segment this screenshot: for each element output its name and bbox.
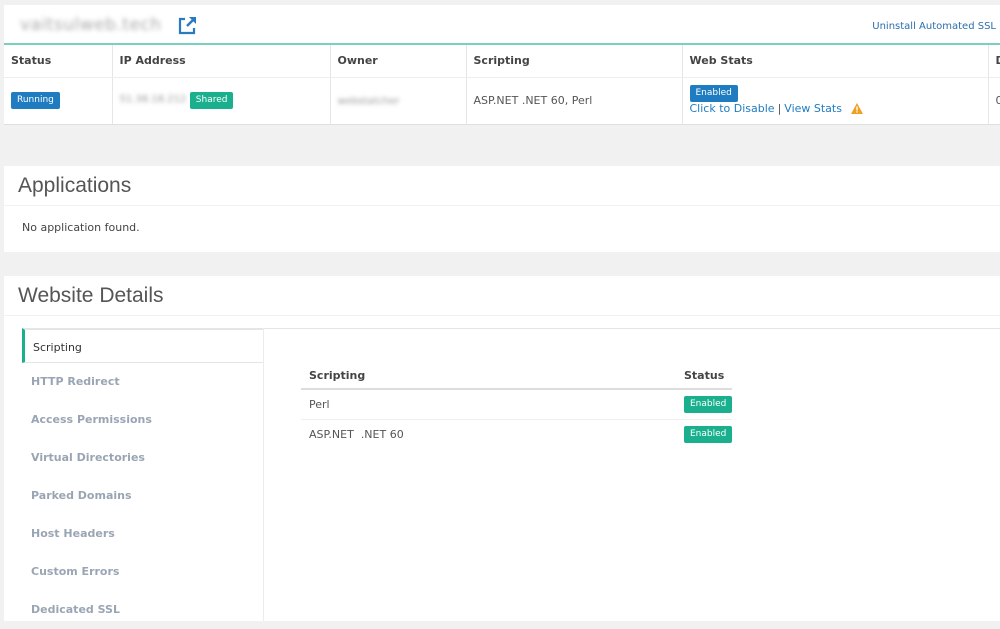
enabled-badge[interactable]: Enabled: [684, 425, 733, 443]
col-web-stats: Web Stats: [682, 45, 989, 78]
disable-web-stats-link[interactable]: Click to Disable: [690, 102, 775, 115]
site-header: vaitsulweb.tech Uninstall Automated SSL: [4, 5, 1000, 45]
tab-host-headers[interactable]: Host Headers: [22, 515, 263, 553]
script-status-cell: Enabled: [676, 389, 733, 420]
shared-badge: Shared: [189, 92, 234, 109]
script-status-cell: Enabled: [676, 419, 733, 449]
uninstall-ssl-link[interactable]: Uninstall Automated SSL: [872, 21, 996, 32]
scripting-table: Scripting Status Perl Enabled ASP.NET .N…: [301, 362, 733, 449]
website-details-title: Website Details: [4, 276, 1000, 316]
col-scripting-name: Scripting: [301, 362, 676, 390]
web-stats-badge: Enabled: [689, 84, 738, 102]
tab-dedicated-ssl[interactable]: Dedicated SSL: [22, 591, 263, 629]
status-badge: Running: [11, 92, 60, 109]
col-truncated: D: [988, 45, 1000, 78]
table-row: Perl Enabled: [301, 389, 733, 420]
external-link-icon[interactable]: [176, 15, 198, 37]
website-summary-panel: vaitsulweb.tech Uninstall Automated SSL …: [4, 5, 1000, 125]
tab-access-permissions[interactable]: Access Permissions: [22, 401, 263, 439]
col-owner: Owner: [330, 45, 467, 78]
tab-parked-domains[interactable]: Parked Domains: [22, 477, 263, 515]
col-scripting: Scripting: [466, 45, 683, 78]
table-row: Running 51.38.18.212 Shared webstatcher …: [4, 77, 1000, 125]
tab-content-divider: [264, 328, 1000, 329]
tab-scripting[interactable]: Scripting: [22, 328, 263, 363]
scripting-header-row: Scripting Status: [301, 362, 733, 390]
col-status: Status: [4, 45, 113, 78]
link-separator: |: [777, 101, 782, 115]
table-header-row: Status IP Address Owner Scripting Web St…: [4, 45, 1000, 78]
script-name: Perl: [301, 389, 676, 420]
truncated-cell: 0: [988, 77, 1000, 125]
status-cell: Running: [4, 77, 113, 125]
scripting-cell: ASP.NET .NET 60, Perl: [466, 77, 683, 125]
view-stats-link[interactable]: View Stats: [784, 102, 842, 115]
warning-icon[interactable]: [851, 102, 864, 117]
details-tabs: Scripting HTTP Redirect Access Permissio…: [22, 328, 264, 621]
ip-cell: 51.38.18.212 Shared: [112, 77, 331, 125]
website-info-table: Status IP Address Owner Scripting Web St…: [4, 45, 1000, 125]
no-applications-message: No application found.: [22, 221, 140, 234]
ip-address: 51.38.18.212: [119, 93, 187, 105]
col-scripting-status: Status: [676, 362, 733, 390]
tab-virtual-directories[interactable]: Virtual Directories: [22, 439, 263, 477]
site-name: vaitsulweb.tech: [20, 15, 162, 35]
tab-custom-errors[interactable]: Custom Errors: [22, 553, 263, 591]
enabled-badge[interactable]: Enabled: [684, 395, 733, 413]
script-name: ASP.NET .NET 60: [309, 427, 404, 441]
table-row: ASP.NET .NET 60 Enabled: [301, 419, 733, 449]
owner-cell: webstatcher: [330, 77, 467, 125]
owner-name: webstatcher: [337, 95, 400, 107]
web-stats-cell: Enabled Click to Disable | View Stats: [682, 77, 989, 125]
website-details-panel: Website Details Scripting HTTP Redirect …: [4, 276, 1000, 621]
tab-http-redirect[interactable]: HTTP Redirect: [22, 363, 263, 401]
col-ip-address: IP Address: [112, 45, 331, 78]
applications-title: Applications: [4, 166, 1000, 206]
applications-panel: Applications No application found.: [4, 166, 1000, 252]
